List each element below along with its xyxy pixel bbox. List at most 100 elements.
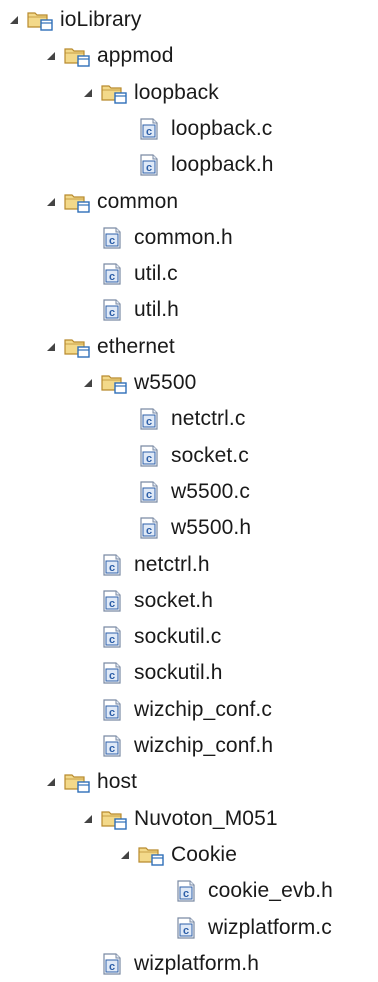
tree-file-wizplatform-c[interactable]: c wizplatform.c — [154, 910, 332, 946]
tree-item-label: util.h — [134, 298, 179, 322]
expand-arrow-icon[interactable] — [117, 847, 133, 863]
tree-item-label: socket.h — [134, 588, 214, 612]
tree-item-label: wizplatform.h — [134, 951, 260, 975]
tree-item-label: wizchip_conf.h — [134, 734, 274, 757]
c-source-file-icon: c — [100, 698, 128, 722]
svg-text:c: c — [146, 489, 152, 501]
tree-file-w5500-c[interactable]: c w5500.c — [117, 474, 250, 510]
c-source-file-icon: c — [100, 589, 128, 613]
tree-folder-loopback[interactable]: loopback — [80, 75, 219, 111]
expand-arrow-icon[interactable] — [43, 339, 59, 355]
c-source-file-icon: c — [174, 916, 202, 940]
svg-text:c: c — [109, 961, 115, 973]
tree-item-label: util.c — [134, 262, 178, 286]
tree-file-netctrl-h[interactable]: c netctrl.h — [80, 547, 210, 583]
svg-text:c: c — [109, 307, 115, 319]
tree-file-util-c[interactable]: c util.c — [80, 256, 178, 292]
project-explorer-tree: ioLibrary appmod loopback c loopback.c c loopb… — [0, 0, 378, 975]
c-source-file-icon: c — [100, 625, 128, 649]
svg-text:c: c — [146, 525, 152, 537]
svg-text:c: c — [109, 670, 115, 682]
tree-item-label: w5500.h — [171, 516, 252, 540]
tree-item-label: Cookie — [171, 842, 237, 866]
tree-file-socket-c[interactable]: c socket.c — [117, 438, 249, 474]
tree-file-socket-h[interactable]: c socket.h — [80, 583, 213, 619]
c-source-file-icon: c — [100, 661, 128, 685]
c-source-file-icon: c — [137, 117, 165, 141]
tree-file-w5500-h[interactable]: c w5500.h — [117, 510, 251, 546]
tree-item-label: common — [97, 189, 179, 213]
tree-folder-host[interactable]: host — [43, 764, 137, 800]
package-folder-icon — [63, 44, 91, 68]
tree-item-label: common.h — [134, 225, 233, 249]
tree-item-label: socket.c — [171, 443, 249, 467]
tree-folder-ioLibrary[interactable]: ioLibrary — [6, 2, 141, 38]
tree-folder-appmod[interactable]: appmod — [43, 38, 174, 74]
c-source-file-icon: c — [137, 444, 165, 468]
tree-item-label: wizplatform.c — [208, 915, 332, 939]
tree-item-label: netctrl.h — [134, 552, 210, 576]
tree-item-label: ethernet — [97, 334, 175, 358]
c-source-file-icon: c — [100, 262, 128, 286]
c-source-file-icon: c — [100, 553, 128, 577]
tree-folder-cookie[interactable]: Cookie — [117, 837, 237, 873]
tree-item-label: appmod — [97, 44, 174, 68]
expand-arrow-icon[interactable] — [43, 194, 59, 210]
svg-text:c: c — [183, 925, 189, 937]
tree-folder-common[interactable]: common — [43, 184, 178, 220]
c-source-file-icon: c — [137, 480, 165, 504]
tree-item-label: w5500 — [134, 371, 197, 394]
expand-arrow-icon[interactable] — [6, 12, 22, 28]
tree-file-wizplatform-h[interactable]: c wizplatform.h — [80, 946, 259, 982]
c-source-file-icon: c — [100, 952, 128, 976]
expand-arrow-icon[interactable] — [80, 375, 96, 391]
package-folder-icon — [100, 371, 128, 395]
tree-folder-nuvoton-m051[interactable]: Nuvoton_M051 — [80, 801, 278, 837]
tree-file-sockutil-h[interactable]: c sockutil.h — [80, 655, 223, 691]
expand-arrow-icon[interactable] — [80, 811, 96, 827]
c-source-file-icon: c — [100, 226, 128, 250]
tree-file-common-h[interactable]: c common.h — [80, 220, 233, 256]
tree-file-loopback-c[interactable]: c loopback.c — [117, 111, 272, 147]
tree-file-netctrl-c[interactable]: c netctrl.c — [117, 401, 245, 437]
tree-item-label: w5500.c — [171, 479, 250, 503]
package-folder-icon — [63, 190, 91, 214]
expand-arrow-icon[interactable] — [43, 48, 59, 64]
tree-file-wizchip-conf-h[interactable]: c wizchip_conf.h — [80, 728, 273, 764]
package-folder-icon — [100, 807, 128, 831]
c-source-file-icon: c — [100, 298, 128, 322]
c-source-file-icon: c — [137, 516, 165, 540]
tree-file-util-h[interactable]: c util.h — [80, 292, 179, 328]
svg-text:c: c — [146, 453, 152, 465]
c-source-file-icon: c — [174, 879, 202, 903]
tree-item-label: loopback.c — [171, 116, 273, 140]
tree-file-loopback-h[interactable]: c loopback.h — [117, 147, 274, 183]
tree-file-cookie-evb-h[interactable]: c cookie_evb.h — [154, 873, 333, 909]
tree-folder-w5500[interactable]: w5500 — [80, 365, 196, 401]
tree-file-sockutil-c[interactable]: c sockutil.c — [80, 619, 221, 655]
svg-text:c: c — [109, 707, 115, 719]
package-folder-icon — [100, 81, 128, 105]
expand-arrow-icon[interactable] — [43, 774, 59, 790]
tree-file-wizchip-conf-c[interactable]: c wizchip_conf.c — [80, 692, 272, 728]
tree-item-label: cookie_evb.h — [208, 879, 333, 903]
svg-text:c: c — [146, 162, 152, 174]
tree-item-label: loopback.h — [171, 153, 274, 177]
expand-arrow-icon[interactable] — [80, 85, 96, 101]
tree-folder-ethernet[interactable]: ethernet — [43, 329, 175, 365]
tree-item-label: netctrl.c — [171, 407, 246, 431]
svg-text:c: c — [109, 634, 115, 646]
tree-item-label: sockutil.c — [134, 625, 222, 649]
